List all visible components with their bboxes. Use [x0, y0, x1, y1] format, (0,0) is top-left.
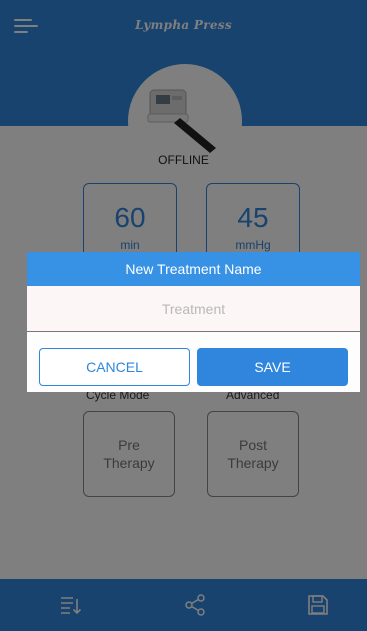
- cancel-button[interactable]: CANCEL: [39, 348, 190, 386]
- app-screen: Lympha Press OFFLINE 60 min 45 mmHg Cycl…: [0, 0, 367, 631]
- save-button[interactable]: SAVE: [197, 348, 348, 386]
- new-treatment-dialog: New Treatment Name CANCEL SAVE: [27, 252, 360, 392]
- treatment-name-input[interactable]: [27, 286, 360, 332]
- dialog-title: New Treatment Name: [27, 252, 360, 286]
